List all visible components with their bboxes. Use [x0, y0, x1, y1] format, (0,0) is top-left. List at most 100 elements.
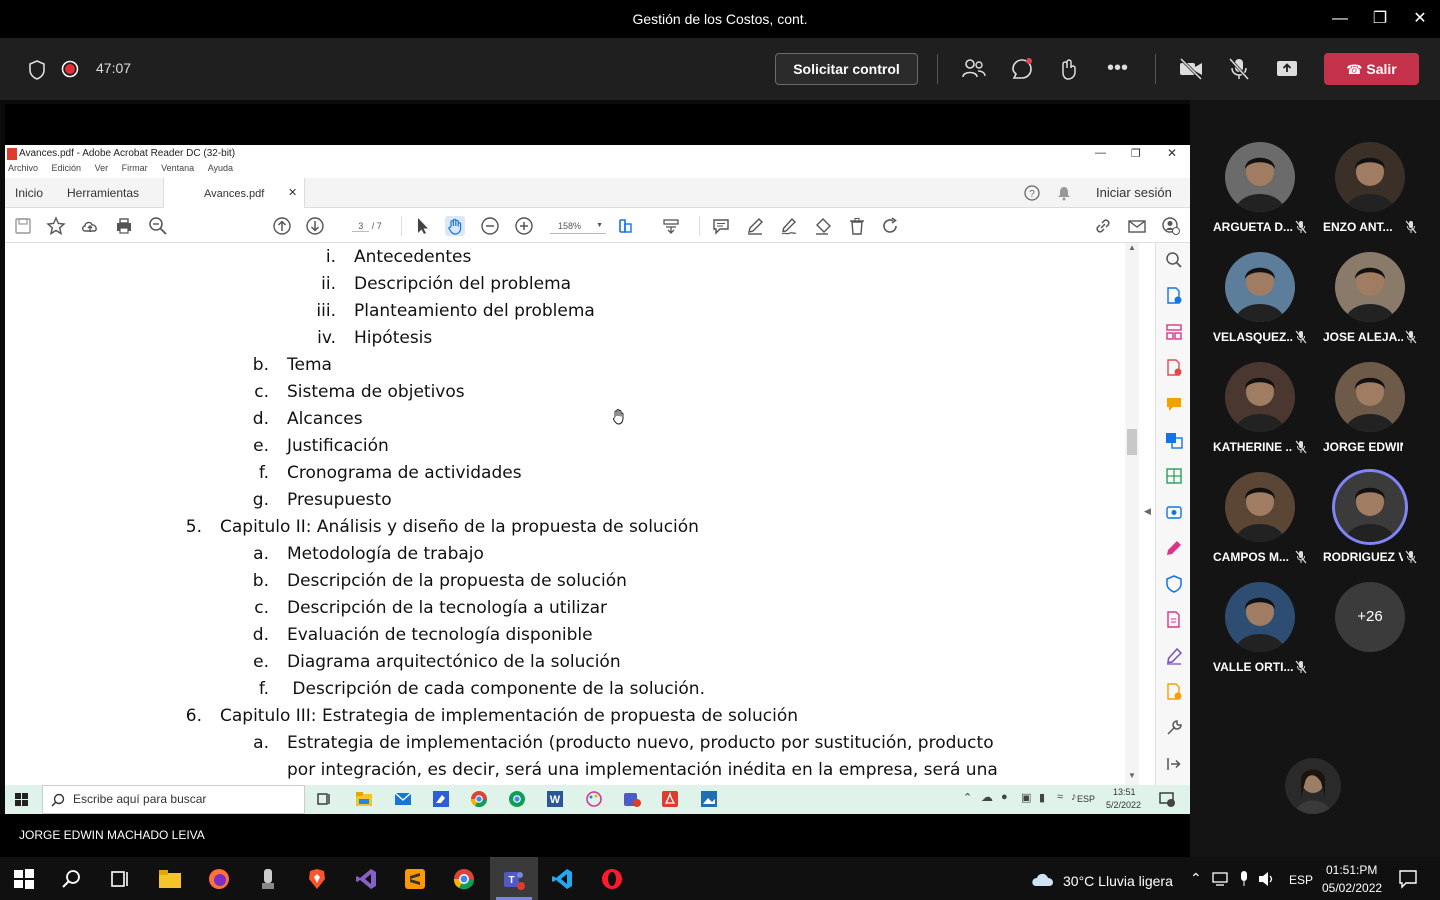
- trash-icon[interactable]: [847, 216, 867, 236]
- notification-bell-icon[interactable]: [1057, 185, 1071, 201]
- menu-ver[interactable]: Ver: [95, 163, 109, 173]
- acrobat-close-button[interactable]: ✕: [1167, 146, 1177, 160]
- task-view-icon[interactable]: [108, 867, 132, 891]
- participant-tile[interactable]: ARGUETA D...: [1190, 142, 1307, 252]
- leave-button[interactable]: ☎ Salir: [1324, 53, 1419, 85]
- collapse-right-panel-icon[interactable]: ◀: [1144, 506, 1151, 517]
- scroll-up-arrow-icon[interactable]: ▲: [1128, 243, 1136, 252]
- zoom-in-icon[interactable]: [514, 216, 534, 236]
- close-tab-icon[interactable]: ✕: [288, 186, 297, 199]
- fit-page-icon[interactable]: [617, 216, 637, 236]
- pdf-vertical-scrollbar[interactable]: ▲ ▼: [1125, 243, 1139, 785]
- chat-icon[interactable]: [1009, 56, 1035, 82]
- highlight-pen-icon[interactable]: [745, 216, 765, 236]
- chrome-icon[interactable]: [452, 867, 476, 891]
- more-options-icon[interactable]: •••: [1107, 58, 1128, 78]
- microphone-tray-icon[interactable]: [1238, 870, 1250, 888]
- recorder-icon[interactable]: [256, 867, 280, 891]
- teams-icon[interactable]: T: [502, 867, 526, 891]
- reactions-icon[interactable]: [1057, 56, 1083, 82]
- organize-pages-icon[interactable]: [1165, 323, 1183, 341]
- export-pdf-icon[interactable]: [1165, 359, 1183, 377]
- weather-text[interactable]: 30°C Lluvia ligera: [1063, 873, 1173, 889]
- tab-herramientas[interactable]: Herramientas: [67, 178, 139, 208]
- request-control-button[interactable]: Solicitar control: [775, 53, 918, 85]
- link-share-icon[interactable]: [1093, 216, 1113, 236]
- prepare-form-icon[interactable]: [1165, 683, 1183, 701]
- tray-chevron-up-icon[interactable]: ⌃: [963, 791, 972, 804]
- vscode-icon[interactable]: [550, 867, 574, 891]
- participant-tile[interactable]: KATHERINE ...: [1190, 362, 1307, 472]
- chrome-icon[interactable]: [470, 790, 488, 808]
- fill-sign-icon[interactable]: [1165, 539, 1183, 557]
- chrome-profile-icon[interactable]: [508, 790, 526, 808]
- zoom-out-icon[interactable]: [480, 216, 500, 236]
- search-icon[interactable]: [60, 867, 84, 891]
- file-explorer-icon[interactable]: [158, 867, 182, 891]
- scroll-down-arrow-icon[interactable]: ▼: [1128, 771, 1136, 780]
- input-language[interactable]: ESP: [1077, 794, 1095, 804]
- teams-icon[interactable]: [623, 790, 641, 808]
- zoom-out-search-icon[interactable]: [148, 216, 168, 236]
- more-tools-icon[interactable]: [1165, 719, 1183, 737]
- scroll-mode-icon[interactable]: [661, 216, 681, 236]
- sign-in-link[interactable]: Iniciar sesión: [1096, 178, 1172, 208]
- whiteboard-app-icon[interactable]: [432, 790, 450, 808]
- create-pdf-icon[interactable]: [1165, 287, 1183, 305]
- menu-ventana[interactable]: Ventana: [161, 163, 194, 173]
- brave-icon[interactable]: [305, 867, 329, 891]
- mail-icon[interactable]: [394, 790, 412, 808]
- network-icon[interactable]: [1212, 871, 1230, 887]
- scrollbar-thumb[interactable]: [1127, 429, 1137, 455]
- camera-off-icon[interactable]: [1178, 56, 1204, 82]
- notification-center-icon[interactable]: [1159, 791, 1175, 807]
- email-icon[interactable]: [1127, 216, 1147, 236]
- input-language[interactable]: ESP: [1289, 873, 1313, 887]
- previous-page-icon[interactable]: [272, 216, 292, 236]
- select-cursor-icon[interactable]: [412, 216, 432, 236]
- visual-studio-icon[interactable]: [354, 867, 378, 891]
- microphone-off-icon[interactable]: [1226, 56, 1252, 82]
- menu-firmar[interactable]: Firmar: [122, 163, 148, 173]
- next-page-icon[interactable]: [305, 216, 325, 236]
- participant-tile[interactable]: VALLE ORTI...: [1190, 582, 1307, 692]
- stamp-icon[interactable]: [813, 216, 833, 236]
- maximize-button[interactable]: ❐: [1365, 6, 1395, 32]
- close-button[interactable]: ✕: [1405, 6, 1435, 32]
- edit-pdf-icon[interactable]: [1165, 611, 1183, 629]
- translate-icon[interactable]: [1165, 431, 1183, 449]
- upload-cloud-icon[interactable]: [80, 216, 100, 236]
- file-explorer-icon[interactable]: [355, 790, 373, 808]
- participant-tile[interactable]: RODRIGUEZ VE...: [1300, 472, 1417, 582]
- sign-icon[interactable]: [1165, 647, 1183, 665]
- star-icon[interactable]: [46, 216, 66, 236]
- menu-archivo[interactable]: Archivo: [8, 163, 38, 173]
- action-center-icon[interactable]: [1398, 869, 1418, 889]
- share-screen-icon[interactable]: [1274, 56, 1300, 82]
- task-view-icon[interactable]: [317, 792, 331, 806]
- acrobat-minimize-button[interactable]: —: [1095, 147, 1106, 159]
- page-number-input[interactable]: 3: [352, 221, 370, 232]
- print-icon[interactable]: [114, 216, 134, 236]
- taskbar-search-box[interactable]: Escribe aquí para buscar: [42, 785, 305, 814]
- paint-app-icon[interactable]: [585, 790, 603, 808]
- save-icon[interactable]: [13, 216, 33, 236]
- send-for-review-icon[interactable]: [1165, 503, 1183, 521]
- comment-icon[interactable]: [711, 216, 731, 236]
- comment-tool-icon[interactable]: [1165, 395, 1183, 413]
- windows-start-icon[interactable]: [15, 793, 28, 806]
- participant-tile[interactable]: JORGE EDWIN ...: [1300, 362, 1410, 472]
- zoom-level-select[interactable]: 158% ▼: [550, 218, 606, 234]
- firefox-icon[interactable]: [207, 867, 231, 891]
- hand-tool-icon[interactable]: [445, 216, 465, 236]
- tray-chevron-up-icon[interactable]: ⌃: [1190, 870, 1202, 887]
- rotate-icon[interactable]: [881, 216, 901, 236]
- menu-ayuda[interactable]: Ayuda: [208, 163, 233, 173]
- tab-inicio[interactable]: Inicio: [15, 178, 43, 208]
- add-user-icon[interactable]: [1161, 216, 1181, 236]
- more-participants-button[interactable]: +26: [1335, 582, 1405, 652]
- excel-export-icon[interactable]: [1165, 467, 1183, 485]
- participant-tile[interactable]: VELASQUEZ...: [1190, 252, 1307, 362]
- draw-icon[interactable]: [779, 216, 799, 236]
- windows-start-icon[interactable]: [12, 867, 36, 891]
